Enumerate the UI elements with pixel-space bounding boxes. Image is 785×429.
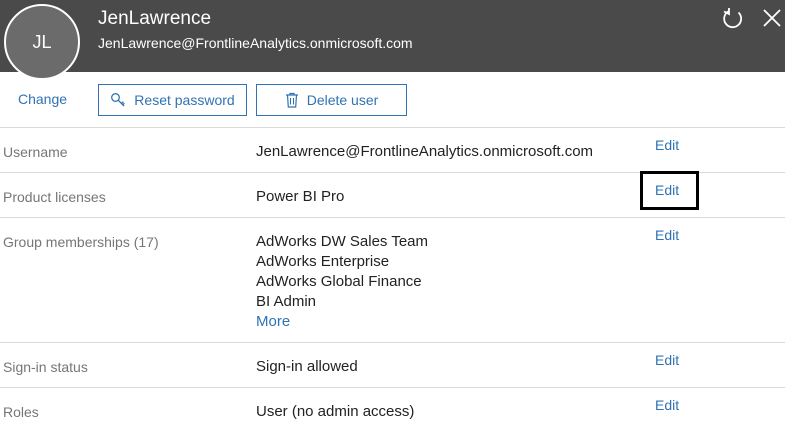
username-value: JenLawrence@FrontlineAnalytics.onmicroso… (256, 143, 594, 160)
group-item: AdWorks Global Finance (256, 273, 422, 290)
reset-password-button[interactable]: Reset password (98, 84, 247, 116)
reset-password-label: Reset password (134, 92, 235, 108)
signin-row: Sign-in status Sign-in allowed Edit (0, 342, 785, 388)
group-item: AdWorks DW Sales Team (256, 233, 428, 250)
edit-roles-link[interactable]: Edit (655, 397, 679, 413)
delete-user-label: Delete user (306, 92, 379, 108)
edit-username-link[interactable]: Edit (655, 137, 679, 153)
user-header: JenLawrence JenLawrence@FrontlineAnalyti… (0, 0, 785, 72)
more-groups-link[interactable]: More (256, 312, 428, 332)
change-avatar-link[interactable]: Change (18, 91, 67, 107)
user-email: JenLawrence@FrontlineAnalytics.onmicroso… (98, 35, 413, 51)
groups-label: Group memberships (17) (3, 234, 159, 250)
refresh-icon[interactable] (721, 7, 745, 31)
trash-icon (285, 92, 298, 108)
roles-row: Roles User (no admin access) Edit (0, 387, 785, 429)
signin-label: Sign-in status (3, 359, 88, 375)
avatar: JL (4, 4, 80, 80)
roles-label: Roles (3, 404, 39, 420)
groups-row: Group memberships (17) AdWorks DW Sales … (0, 217, 785, 343)
signin-value: Sign-in allowed (256, 358, 358, 375)
edit-signin-link[interactable]: Edit (655, 352, 679, 368)
key-icon (111, 93, 126, 107)
licenses-label: Product licenses (3, 189, 106, 205)
roles-value: User (no admin access) (256, 403, 415, 420)
edit-groups-link[interactable]: Edit (655, 227, 679, 243)
username-label: Username (3, 144, 68, 160)
groups-list: AdWorks DW Sales Team AdWorks Enterprise… (256, 232, 428, 332)
licenses-value: Power BI Pro (256, 188, 345, 205)
group-item: BI Admin (256, 293, 317, 310)
username-row: Username JenLawrence@FrontlineAnalytics.… (0, 127, 785, 173)
close-icon[interactable] (761, 7, 783, 29)
delete-user-button[interactable]: Delete user (256, 84, 407, 116)
edit-licenses-highlight (640, 171, 699, 210)
user-name: JenLawrence (98, 8, 212, 29)
group-item: AdWorks Enterprise (256, 253, 390, 270)
